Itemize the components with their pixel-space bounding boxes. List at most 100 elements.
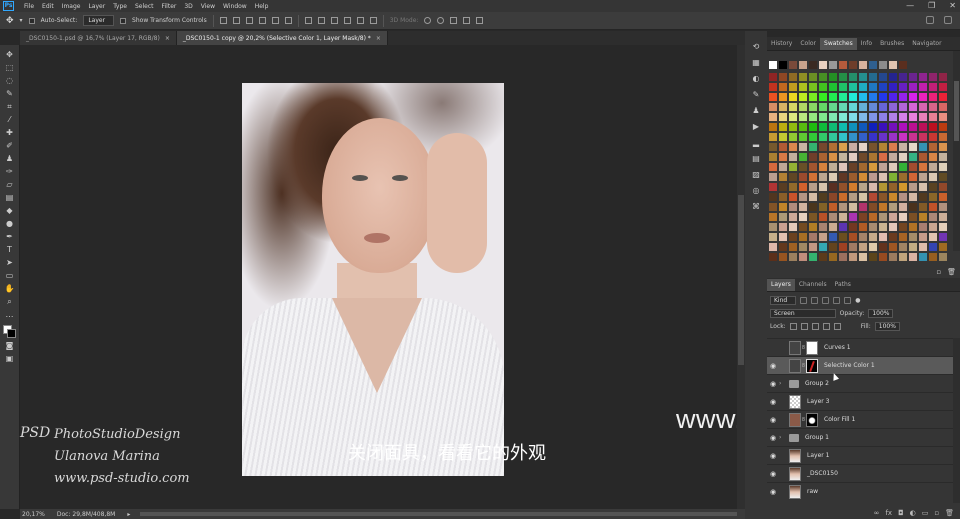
- swatch[interactable]: [809, 213, 817, 221]
- swatch[interactable]: [839, 173, 847, 181]
- swatch[interactable]: [929, 213, 937, 221]
- swatch[interactable]: [869, 213, 877, 221]
- distribute-top-icon[interactable]: [304, 17, 312, 24]
- zoom-level[interactable]: 20,17%: [22, 511, 45, 518]
- swatch[interactable]: [799, 133, 807, 141]
- swatch[interactable]: [799, 173, 807, 181]
- new-swatch-icon[interactable]: ▫: [936, 268, 941, 276]
- swatch[interactable]: [879, 183, 887, 191]
- swatch[interactable]: [919, 163, 927, 171]
- swatch[interactable]: [859, 193, 867, 201]
- swatch[interactable]: [879, 203, 887, 211]
- actions-play-icon[interactable]: ▶: [750, 119, 762, 133]
- expand-group-icon[interactable]: ›: [779, 380, 785, 387]
- swatch[interactable]: [899, 153, 907, 161]
- swatch[interactable]: [929, 163, 937, 171]
- swatch[interactable]: [909, 223, 917, 231]
- dodge-tool-icon[interactable]: ●: [4, 218, 16, 230]
- swatch[interactable]: [909, 153, 917, 161]
- menu-3d[interactable]: 3D: [180, 3, 196, 10]
- swatch[interactable]: [919, 143, 927, 151]
- swatch[interactable]: [829, 233, 837, 241]
- swatch[interactable]: [859, 213, 867, 221]
- layer-group-1[interactable]: ◉ › Group 1: [767, 428, 953, 446]
- swatch[interactable]: [899, 193, 907, 201]
- swatch[interactable]: [829, 193, 837, 201]
- swatch[interactable]: [839, 223, 847, 231]
- swatch[interactable]: [779, 193, 787, 201]
- styles-icon[interactable]: ▨: [750, 167, 762, 181]
- swatch[interactable]: [849, 93, 857, 101]
- 3d-panel-icon[interactable]: ◎: [750, 183, 762, 197]
- swatch[interactable]: [889, 61, 897, 69]
- swatch[interactable]: [799, 253, 807, 261]
- swatch[interactable]: [879, 193, 887, 201]
- swatch[interactable]: [899, 123, 907, 131]
- 3d-scale-icon[interactable]: [476, 17, 484, 24]
- swatch[interactable]: [779, 243, 787, 251]
- swatch[interactable]: [939, 233, 947, 241]
- swatch[interactable]: [779, 233, 787, 241]
- swatch[interactable]: [879, 233, 887, 241]
- distribute-right-icon[interactable]: [369, 17, 377, 24]
- tab-document-2[interactable]: _DSC0150-1 copy @ 20,2% (Selective Color…: [176, 31, 388, 45]
- swatch[interactable]: [909, 133, 917, 141]
- swatch[interactable]: [909, 193, 917, 201]
- swatch[interactable]: [929, 103, 937, 111]
- swatch[interactable]: [859, 173, 867, 181]
- swatch[interactable]: [819, 243, 827, 251]
- swatch[interactable]: [909, 123, 917, 131]
- swatch[interactable]: [929, 143, 937, 151]
- swatch[interactable]: [839, 243, 847, 251]
- doc-size[interactable]: Doc: 29,8M/408,8M: [57, 511, 115, 518]
- swatch[interactable]: [899, 213, 907, 221]
- swatch[interactable]: [889, 213, 897, 221]
- swatch[interactable]: [779, 223, 787, 231]
- swatch[interactable]: [839, 113, 847, 121]
- swatch[interactable]: [869, 183, 877, 191]
- swatch[interactable]: [929, 93, 937, 101]
- swatch[interactable]: [889, 173, 897, 181]
- clone-source-icon[interactable]: ♟: [750, 103, 762, 117]
- swatch[interactable]: [789, 233, 797, 241]
- lock-artboard-icon[interactable]: [822, 323, 830, 330]
- swatch[interactable]: [879, 133, 887, 141]
- swatch[interactable]: [919, 213, 927, 221]
- swatch[interactable]: [779, 183, 787, 191]
- swatch[interactable]: [839, 163, 847, 171]
- swatch[interactable]: [859, 123, 867, 131]
- swatch[interactable]: [899, 203, 907, 211]
- visibility-toggle-icon[interactable]: ◉: [767, 362, 779, 370]
- swatch[interactable]: [819, 143, 827, 151]
- move-tool-icon[interactable]: ✥: [4, 49, 16, 61]
- swatch[interactable]: [859, 243, 867, 251]
- swatch[interactable]: [939, 143, 947, 151]
- swatch[interactable]: [939, 163, 947, 171]
- swatch[interactable]: [849, 73, 857, 81]
- swatch[interactable]: [939, 133, 947, 141]
- swatch[interactable]: [839, 133, 847, 141]
- layer-layer-1[interactable]: ◉ Layer 1: [767, 446, 953, 464]
- swatch[interactable]: [809, 113, 817, 121]
- swatch[interactable]: [859, 133, 867, 141]
- swatch[interactable]: [939, 253, 947, 261]
- swatch[interactable]: [859, 93, 867, 101]
- swatch[interactable]: [899, 61, 907, 69]
- swatch[interactable]: [889, 103, 897, 111]
- 3d-slide-icon[interactable]: [463, 17, 471, 24]
- swatch[interactable]: [929, 153, 937, 161]
- filter-toggle-icon[interactable]: ●: [855, 297, 860, 304]
- swatch[interactable]: [809, 153, 817, 161]
- swatch[interactable]: [939, 173, 947, 181]
- swatch[interactable]: [929, 243, 937, 251]
- swatch[interactable]: [819, 113, 827, 121]
- visibility-toggle-icon[interactable]: ◉: [767, 434, 779, 442]
- swatch[interactable]: [859, 73, 867, 81]
- properties-panel-icon[interactable]: ▦: [750, 55, 762, 69]
- swatch[interactable]: [919, 193, 927, 201]
- swatch[interactable]: [909, 203, 917, 211]
- workspace-icon[interactable]: [944, 16, 952, 24]
- swatch[interactable]: [819, 213, 827, 221]
- swatch[interactable]: [799, 83, 807, 91]
- swatch[interactable]: [929, 203, 937, 211]
